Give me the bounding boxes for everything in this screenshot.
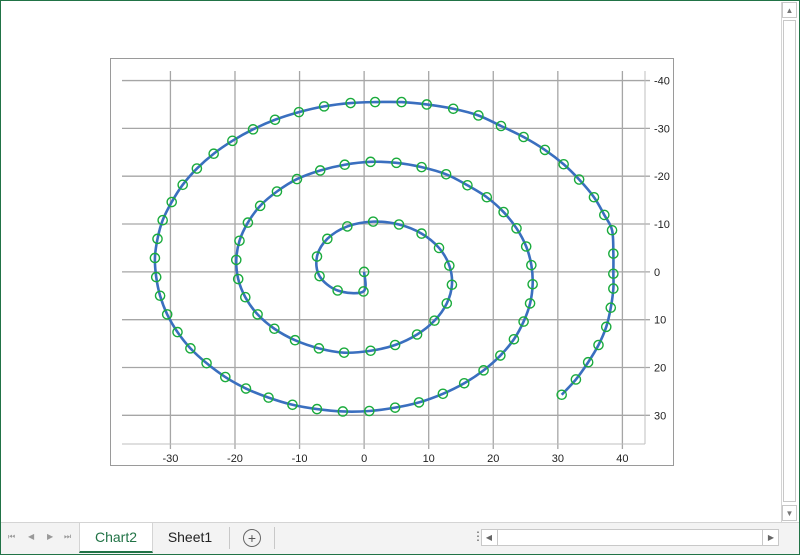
- y-tick-label: -10: [654, 219, 670, 231]
- plus-circle-icon[interactable]: +: [243, 529, 261, 547]
- y-tick-label: 0: [654, 267, 660, 279]
- scroll-left-icon[interactable]: ◀: [482, 530, 496, 545]
- series-line: [153, 100, 615, 413]
- x-tick-label: 10: [423, 453, 435, 465]
- vertical-scrollbar[interactable]: ▲ ▼: [781, 2, 798, 522]
- horizontal-scrollbar[interactable]: ◀ ▶: [481, 529, 779, 546]
- x-tick-label: 30: [552, 453, 564, 465]
- x-tick-label: -30: [162, 453, 178, 465]
- prev-sheet-icon[interactable]: ◀: [28, 532, 34, 541]
- first-sheet-icon[interactable]: ⏮: [8, 532, 15, 542]
- scroll-right-icon[interactable]: ▶: [764, 530, 778, 545]
- chart-area[interactable]: -30 -20 -10 0 10 20 30 40 -40 -30 -20 -10 0 10 20 30: [110, 58, 674, 466]
- x-tick-label: -20: [227, 453, 243, 465]
- tab-sheet1[interactable]: Sheet1: [153, 523, 227, 551]
- scroll-down-icon[interactable]: ▼: [782, 505, 797, 521]
- x-tick-label: 20: [487, 453, 499, 465]
- y-tick-label: 10: [654, 315, 666, 327]
- y-tick-label: 20: [654, 362, 666, 374]
- x-tick-label: 40: [616, 453, 628, 465]
- y-tick-label: -40: [654, 76, 670, 88]
- x-tick-label: 0: [361, 453, 367, 465]
- tab-chart2[interactable]: Chart2: [79, 523, 153, 553]
- tab-divider: [229, 527, 230, 549]
- x-tick-label: -10: [292, 453, 308, 465]
- scroll-up-icon[interactable]: ▲: [782, 2, 797, 18]
- y-tick-label: 30: [654, 410, 666, 422]
- horizontal-scroll-thumb[interactable]: [497, 530, 763, 545]
- last-sheet-icon[interactable]: ⏭: [64, 532, 71, 542]
- vertical-scroll-thumb[interactable]: [783, 20, 796, 502]
- scatter-chart: -30 -20 -10 0 10 20 30 40 -40 -30 -20 -10 0 10 20 30: [122, 71, 670, 465]
- tab-divider: [274, 527, 275, 549]
- next-sheet-icon[interactable]: ▶: [47, 532, 53, 541]
- y-tick-label: -20: [654, 171, 670, 183]
- sheet-tab-bar: ⏮ ◀ ▶ ⏭ Chart2 Sheet1 + ⋮ ◀ ▶: [1, 522, 799, 554]
- y-tick-label: -30: [654, 123, 670, 135]
